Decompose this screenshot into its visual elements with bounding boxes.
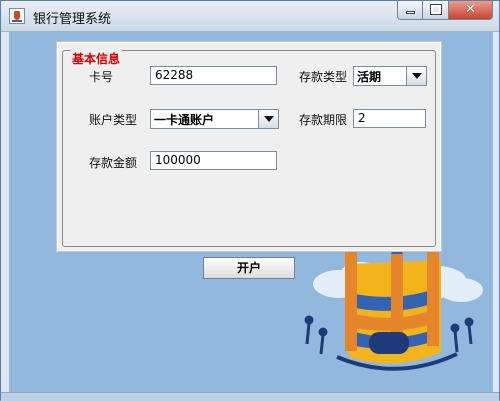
form-panel: 基本信息 卡号 62288 存款类型 活期 账户类型 一卡通账户 存款期限 2 …	[56, 41, 442, 252]
content-area: 基本信息 卡号 62288 存款类型 活期 账户类型 一卡通账户 存款期限 2 …	[9, 32, 493, 392]
card-number-field[interactable]: 62288	[150, 66, 277, 85]
java-icon	[9, 8, 25, 24]
deposit-type-combo[interactable]: 活期	[353, 66, 427, 86]
window-controls: ✕	[397, 1, 493, 21]
deposit-type-label: 存款类型	[299, 70, 348, 84]
open-account-button[interactable]: 开户	[203, 257, 295, 279]
minimize-icon	[406, 11, 415, 14]
close-button[interactable]: ✕	[449, 1, 493, 20]
window-title: 银行管理系统	[33, 12, 112, 27]
deposit-type-value: 活期	[357, 70, 382, 84]
close-icon: ✕	[465, 2, 476, 17]
maximize-icon	[430, 4, 442, 15]
chevron-down-icon[interactable]	[258, 110, 278, 128]
deposit-term-field[interactable]: 2	[353, 109, 426, 128]
group-title: 基本信息	[70, 50, 123, 67]
account-type-label: 账户类型	[89, 113, 138, 127]
app-window: 银行管理系统 ✕ 基本信息 卡号 62288 存款类型 活期 账户类型 一卡通账…	[0, 0, 500, 401]
chevron-down-icon[interactable]	[406, 67, 426, 85]
card-number-label: 卡号	[89, 70, 114, 84]
maximize-button[interactable]	[423, 1, 449, 20]
deposit-term-label: 存款期限	[299, 113, 348, 127]
title-bar[interactable]: 银行管理系统 ✕	[1, 1, 499, 32]
bouncy-castle-illustration	[336, 232, 458, 371]
minimize-button[interactable]	[397, 1, 423, 20]
account-type-combo[interactable]: 一卡通账户	[150, 109, 279, 129]
deposit-amount-label: 存款金额	[89, 156, 138, 170]
account-type-value: 一卡通账户	[154, 113, 215, 127]
deposit-amount-field[interactable]: 100000	[150, 151, 277, 170]
